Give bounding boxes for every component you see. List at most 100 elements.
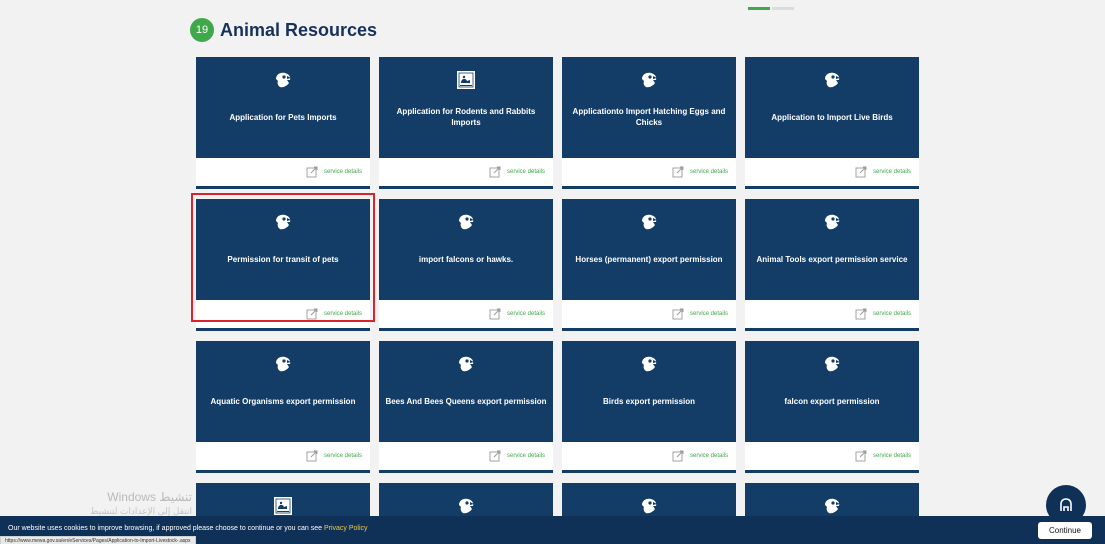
service-card-title: Applicationto Import Hatching Eggs and C… [572, 107, 726, 127]
service-card-header[interactable]: Application to Import Live Birds [745, 57, 919, 158]
section-title: Animal Resources [220, 19, 378, 40]
card-bottom-bar [745, 470, 919, 473]
privacy-policy-link[interactable]: Privacy Policy [324, 525, 368, 532]
service-card[interactable]: Bees And Bees Queens export permission s… [379, 341, 553, 473]
external-link-icon [489, 166, 501, 178]
service-card-title: Horses (permanent) export permission [575, 254, 723, 264]
service-card-header[interactable]: Application for Pets Imports [196, 57, 370, 158]
service-card-title: Bees And Bees Queens export permission [385, 396, 547, 406]
count-badge: 19 [190, 18, 214, 42]
service-card[interactable]: Applicationto Import Hatching Eggs and C… [562, 57, 736, 189]
service-card-header[interactable]: Aquatic Organisms export permission [196, 341, 370, 442]
carousel-dot[interactable] [772, 7, 794, 10]
service-card-title: Application for Pets Imports [229, 112, 337, 122]
service-details-label[interactable]: service details [690, 453, 728, 459]
selection-highlight [191, 193, 375, 322]
service-details-label[interactable]: service details [507, 453, 545, 459]
external-link-icon [672, 166, 684, 178]
card-bottom-bar [562, 470, 736, 473]
service-card[interactable]: Application to Import Live Birds service… [745, 57, 919, 189]
service-details-link[interactable]: service details [562, 442, 736, 470]
falcon-icon [455, 353, 477, 375]
service-details-label[interactable]: service details [873, 169, 911, 175]
card-bottom-bar [379, 328, 553, 331]
falcon-icon [821, 353, 843, 375]
continue-button[interactable]: Continue [1038, 522, 1092, 539]
home-icon [1060, 498, 1072, 511]
service-card-header[interactable]: import falcons or hawks. [379, 199, 553, 300]
service-card-header[interactable]: Applicationto Import Hatching Eggs and C… [562, 57, 736, 158]
external-link-icon [306, 166, 318, 178]
service-details-link[interactable]: service details [745, 300, 919, 328]
section-header: 19 Animal Resources [190, 18, 377, 42]
service-details-label[interactable]: service details [507, 311, 545, 317]
service-card[interactable]: falcon export permission service details [745, 341, 919, 473]
service-card-title: Aquatic Organisms export permission [210, 396, 356, 406]
external-link-icon [855, 166, 867, 178]
external-link-icon [855, 308, 867, 320]
external-link-icon [672, 308, 684, 320]
service-card[interactable]: Aquatic Organisms export permission serv… [196, 341, 370, 473]
service-details-label[interactable]: service details [690, 169, 728, 175]
falcon-icon [272, 69, 294, 91]
rodents-icon [455, 69, 477, 91]
falcon-icon [638, 353, 660, 375]
service-card-title: Application to Import Live Birds [771, 112, 893, 122]
service-details-label[interactable]: service details [507, 169, 545, 175]
watermark-line: Windows تنشيط [107, 490, 192, 504]
card-bottom-bar [196, 470, 370, 473]
service-details-link[interactable]: service details [562, 300, 736, 328]
external-link-icon [306, 450, 318, 462]
service-details-link[interactable]: service details [196, 158, 370, 186]
rodents-icon [272, 495, 294, 517]
carousel-indicator[interactable] [748, 7, 794, 10]
service-card[interactable]: Animal Tools export permission service s… [745, 199, 919, 331]
falcon-icon [455, 495, 477, 517]
service-card[interactable]: Birds export permission service details [562, 341, 736, 473]
service-card[interactable]: Horses (permanent) export permission ser… [562, 199, 736, 331]
service-card[interactable]: import falcons or hawks. service details [379, 199, 553, 331]
external-link-icon [855, 450, 867, 462]
card-bottom-bar [745, 186, 919, 189]
service-card-header[interactable]: Animal Tools export permission service [745, 199, 919, 300]
card-bottom-bar [745, 328, 919, 331]
service-details-link[interactable]: service details [562, 158, 736, 186]
falcon-icon [455, 211, 477, 233]
service-details-label[interactable]: service details [690, 311, 728, 317]
service-card-header[interactable]: Horses (permanent) export permission [562, 199, 736, 300]
service-details-link[interactable]: service details [745, 442, 919, 470]
carousel-dot-active[interactable] [748, 7, 770, 10]
falcon-icon [638, 69, 660, 91]
falcon-icon [638, 495, 660, 517]
service-details-label[interactable]: service details [873, 311, 911, 317]
service-card-title: import falcons or hawks. [418, 254, 514, 264]
card-bottom-bar [379, 470, 553, 473]
service-details-label[interactable]: service details [324, 169, 362, 175]
cookie-message: Our website uses cookies to improve brow… [8, 525, 368, 532]
external-link-icon [489, 308, 501, 320]
service-card-title: Animal Tools export permission service [756, 254, 908, 264]
card-bottom-bar [562, 328, 736, 331]
external-link-icon [672, 450, 684, 462]
service-card-title: Birds export permission [602, 396, 696, 406]
service-details-link[interactable]: service details [196, 442, 370, 470]
service-details-link[interactable]: service details [379, 300, 553, 328]
falcon-icon [821, 211, 843, 233]
service-card[interactable]: Application for Pets Imports service det… [196, 57, 370, 189]
service-card-header[interactable]: Application for Rodents and Rabbits Impo… [379, 57, 553, 158]
service-details-link[interactable]: service details [379, 442, 553, 470]
service-details-link[interactable]: service details [379, 158, 553, 186]
status-bar-url: https://www.mewa.gov.sa/en/eServices/Pag… [0, 536, 196, 544]
service-card[interactable]: Application for Rodents and Rabbits Impo… [379, 57, 553, 189]
service-details-link[interactable]: service details [745, 158, 919, 186]
service-details-label[interactable]: service details [324, 453, 362, 459]
card-bottom-bar [196, 328, 370, 331]
service-card-title: Application for Rodents and Rabbits Impo… [396, 107, 536, 127]
falcon-icon [638, 211, 660, 233]
falcon-icon [272, 353, 294, 375]
service-card-header[interactable]: falcon export permission [745, 341, 919, 442]
service-details-label[interactable]: service details [873, 453, 911, 459]
service-card-header[interactable]: Bees And Bees Queens export permission [379, 341, 553, 442]
falcon-icon [821, 69, 843, 91]
service-card-header[interactable]: Birds export permission [562, 341, 736, 442]
